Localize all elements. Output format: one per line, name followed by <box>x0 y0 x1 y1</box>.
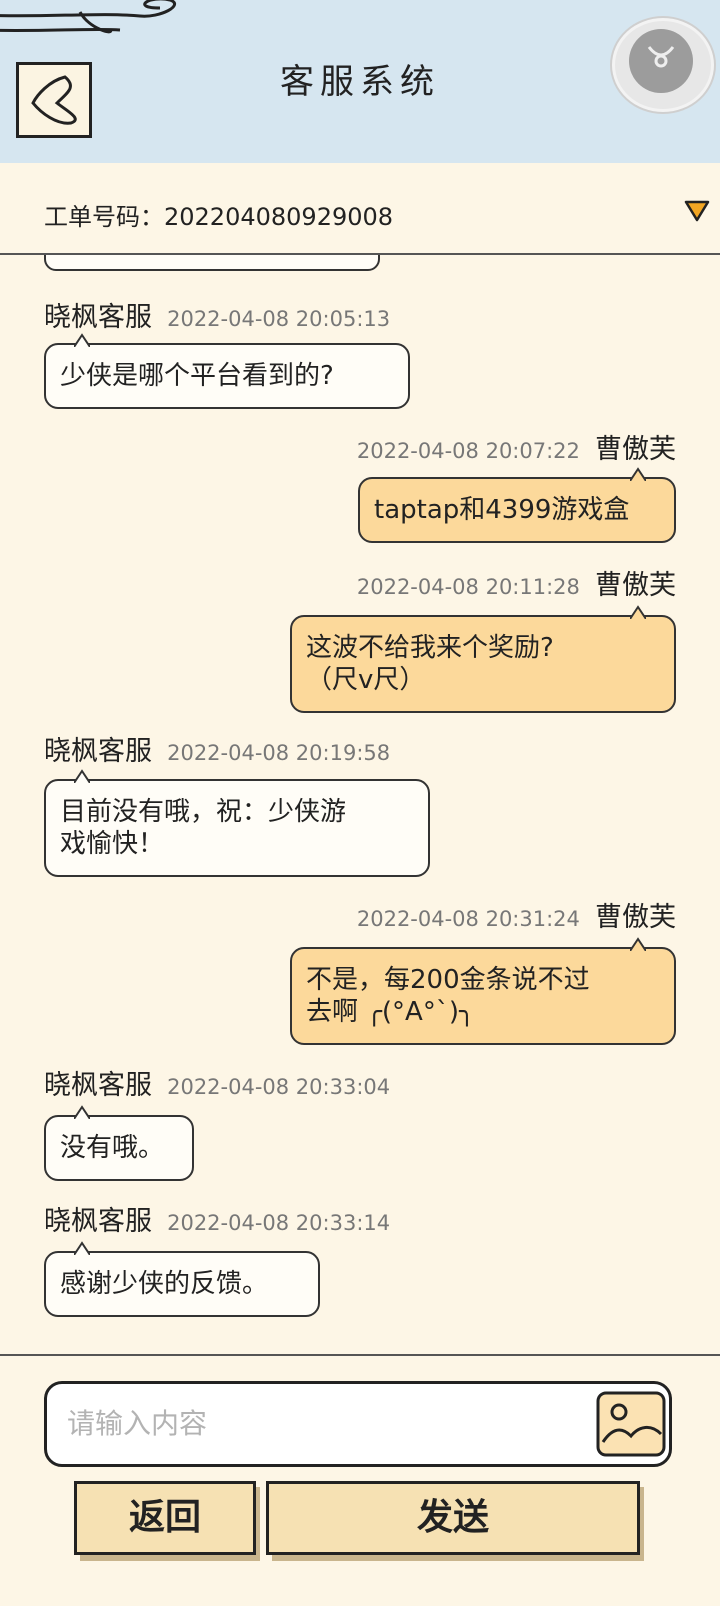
message-input[interactable] <box>65 1396 559 1450</box>
image-upload-icon[interactable] <box>595 1390 667 1458</box>
message-bubble: 不是，每200金条说不过 去啊 ╭(°A°`)╮ <box>290 937 676 1045</box>
message-meta: 晓枫客服 2022-04-08 20:19:58 <box>44 729 390 768</box>
sender-name: 晓枫客服 <box>44 1070 152 1101</box>
message-meta: 2022-04-08 20:07:22 曹傲芙 <box>357 427 676 466</box>
message-bubble: 少侠是哪个平台看到的? <box>44 333 410 409</box>
support-icon <box>629 29 693 93</box>
message-bubble: 没有哦。 <box>44 1105 194 1181</box>
message-bubble: 这波不给我来个奖励? （尺v尺） <box>290 605 676 713</box>
timestamp: 2022-04-08 20:05:13 <box>167 307 391 331</box>
timestamp: 2022-04-08 20:33:04 <box>167 1075 391 1099</box>
message-text: 少侠是哪个平台看到的? <box>60 361 334 391</box>
order-label: 工单号码： <box>44 203 164 231</box>
sender-name: 晓枫客服 <box>44 1206 152 1237</box>
message-input-box <box>44 1381 672 1467</box>
timestamp: 2022-04-08 20:11:28 <box>356 575 580 599</box>
message-text: 戏愉快！ <box>60 829 165 859</box>
message-text: 这波不给我来个奖励? <box>306 633 554 663</box>
bottom-divider <box>0 1354 720 1356</box>
message-text: 去啊 ╭(°A°`)╮ <box>306 997 475 1027</box>
sender-name: 曹傲芙 <box>595 570 676 601</box>
sender-name: 晓枫客服 <box>44 302 152 333</box>
chat-list[interactable]: 晓枫客服 2022-04-08 20:05:13 少侠是哪个平台看到的? 202… <box>0 255 720 1355</box>
send-button[interactable]: 发送 <box>266 1481 640 1555</box>
sender-name: 曹傲芙 <box>595 434 676 465</box>
message-bubble: 感谢少侠的反馈。 <box>44 1241 320 1317</box>
message-bubble: 目前没有哦，祝：少侠游 戏愉快！ <box>44 769 430 877</box>
message-meta: 晓枫客服 2022-04-08 20:33:14 <box>44 1199 390 1238</box>
header: 客服系统 <box>0 0 720 163</box>
message-meta: 晓枫客服 2022-04-08 20:05:13 <box>44 295 390 334</box>
sender-name: 曹傲芙 <box>595 902 676 933</box>
back-button[interactable]: 返回 <box>74 1481 256 1555</box>
message-text: 感谢少侠的反馈。 <box>60 1269 269 1299</box>
message-meta: 晓枫客服 2022-04-08 20:33:04 <box>44 1063 390 1102</box>
message-text: 不是，每200金条说不过 <box>306 965 590 995</box>
timestamp: 2022-04-08 20:19:58 <box>167 741 391 765</box>
order-number: 工单号码：202204080929008 <box>44 197 393 232</box>
service-avatar-button[interactable] <box>612 18 714 112</box>
timestamp: 2022-04-08 20:31:24 <box>356 907 580 931</box>
message-text: taptap和4399游戏盒 <box>374 495 630 525</box>
message-text: 没有哦。 <box>60 1133 165 1163</box>
dropdown-triangle-icon[interactable] <box>684 200 710 222</box>
order-bar: 工单号码：202204080929008 <box>0 163 720 253</box>
message-text: （尺v尺） <box>306 665 426 695</box>
cloud-decoration <box>0 0 177 34</box>
message-meta: 2022-04-08 20:31:24 曹傲芙 <box>357 895 676 934</box>
timestamp: 2022-04-08 20:07:22 <box>356 439 580 463</box>
order-value: 202204080929008 <box>164 203 394 231</box>
message-bubble: taptap和4399游戏盒 <box>358 467 676 543</box>
message-meta: 2022-04-08 20:11:28 曹傲芙 <box>357 563 676 602</box>
partial-bubble <box>44 255 380 271</box>
sender-name: 晓枫客服 <box>44 736 152 767</box>
timestamp: 2022-04-08 20:33:14 <box>167 1211 391 1235</box>
message-text: 目前没有哦，祝：少侠游 <box>60 797 347 827</box>
